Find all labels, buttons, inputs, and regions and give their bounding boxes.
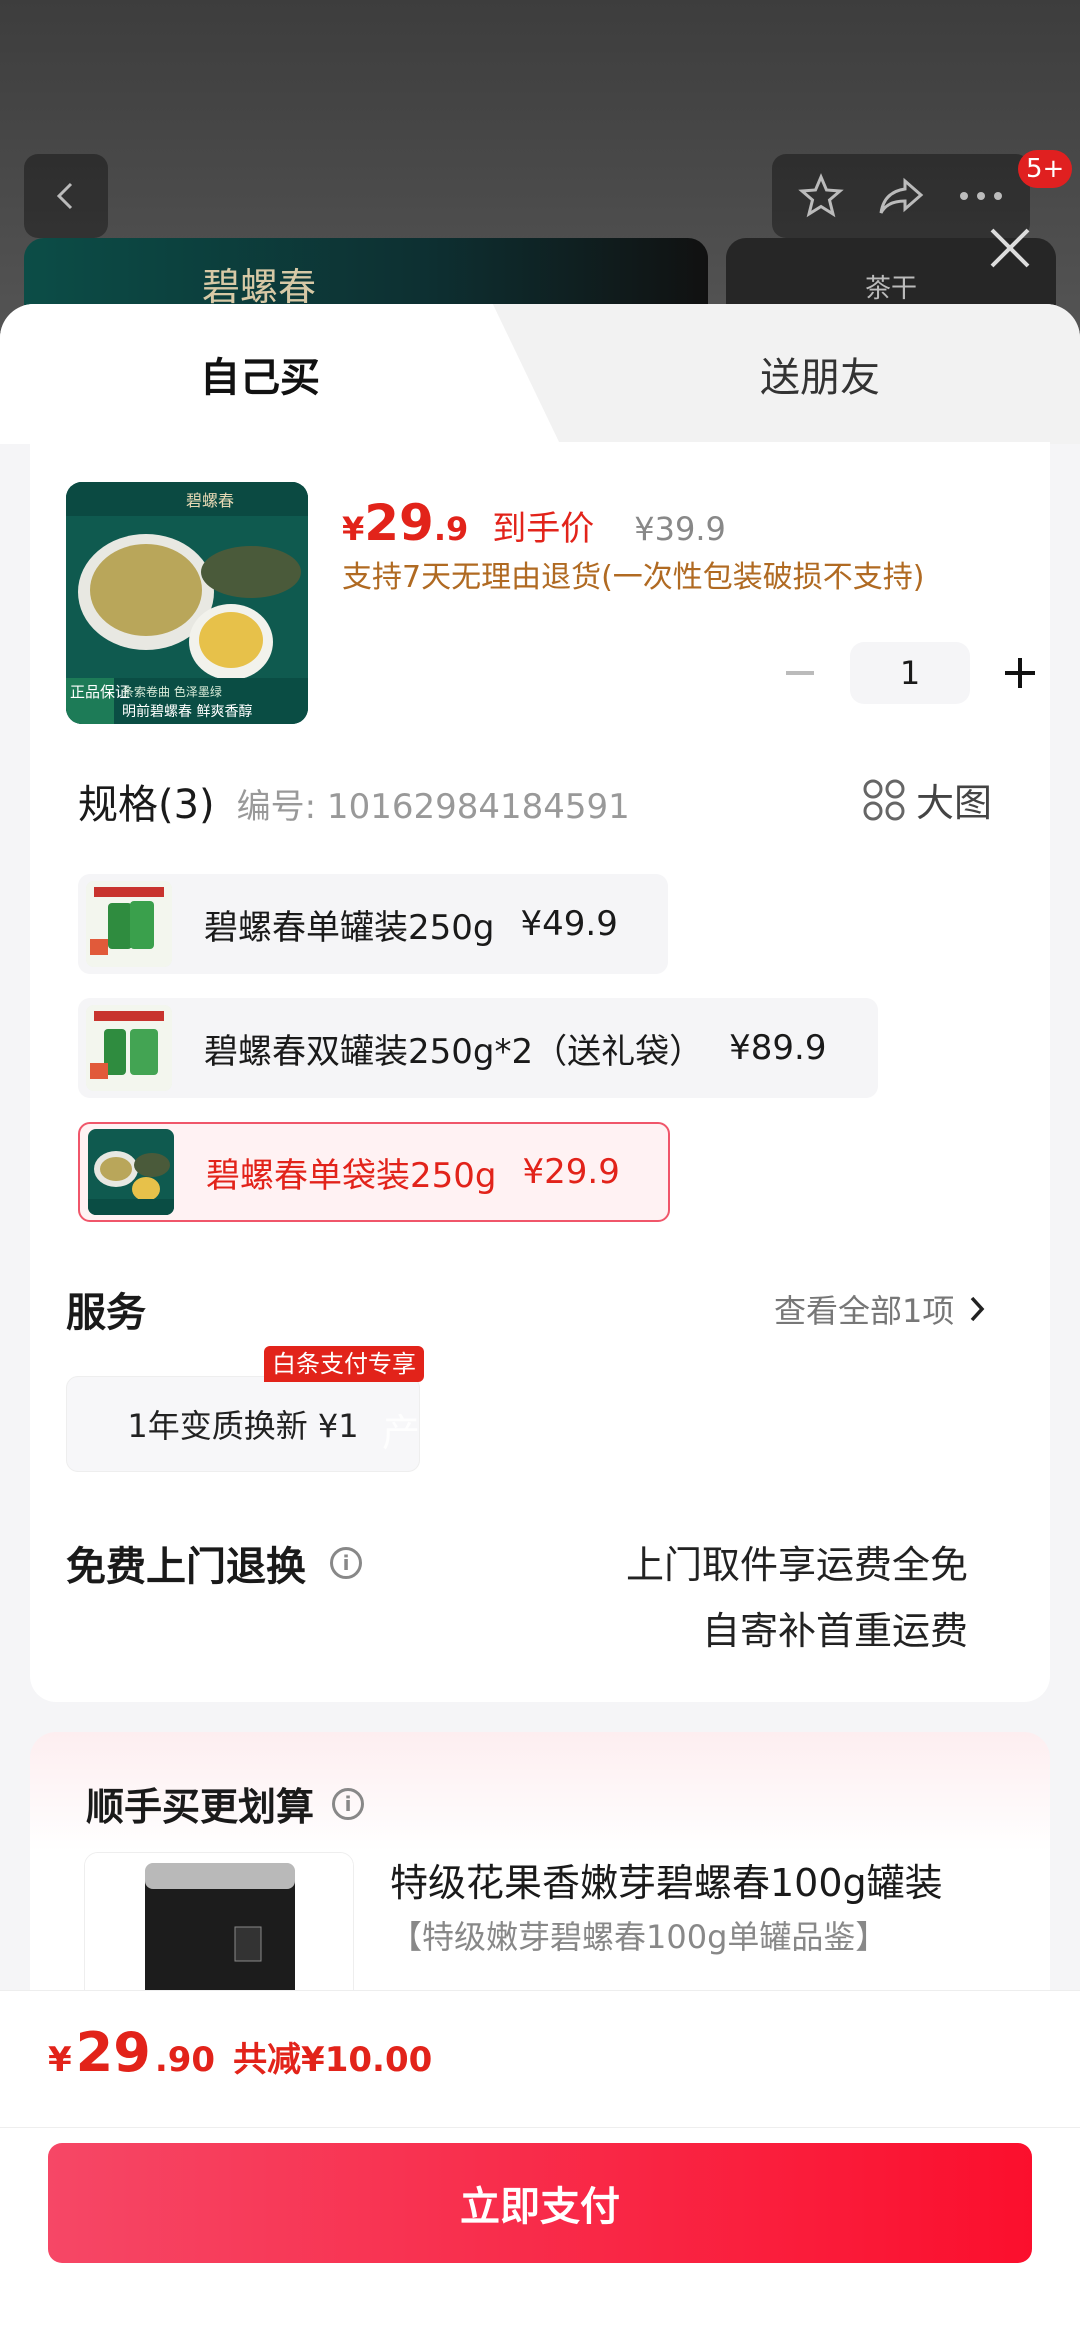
product-card: 碧螺春 正品保证 条索卷曲 色泽墨绿 明前碧螺春 鲜爽香醇 ¥29.9 到手价 …: [30, 442, 1050, 1702]
purchase-tabs: 送朋友 自己买: [0, 304, 1080, 444]
price-label: 到手价: [492, 509, 595, 549]
image-slogan-label: 明前碧螺春 鲜爽香醇: [122, 703, 252, 720]
more-icon[interactable]: [956, 186, 1006, 206]
free-return-label: 免费上门退换: [66, 1544, 306, 1590]
tab-self[interactable]: 自己买: [0, 304, 560, 444]
big-image-label: 大图: [916, 781, 993, 825]
grid-icon: [863, 779, 905, 820]
pay-now-button[interactable]: 立即支付: [48, 2143, 1032, 2263]
plus-icon: [1005, 658, 1035, 688]
option-name: 碧螺春单袋装250g: [206, 1155, 497, 1196]
checkout-footer: ¥29.90 共减¥10.00 立即支付: [0, 1990, 1080, 2344]
spec-option[interactable]: 碧螺春单罐装250g ¥49.9: [78, 874, 668, 974]
add-on-name[interactable]: 特级花果香嫩芽碧螺春100g罐装: [390, 1852, 943, 1907]
add-on-subtitle: 【特级嫩芽碧螺春100g单罐品鉴】: [390, 1918, 888, 1956]
option-price: ¥29.9: [522, 1152, 620, 1192]
return-policy-note: 支持7天无理由退货(一次性包装破损不支持): [342, 560, 925, 595]
increase-button[interactable]: [990, 643, 1050, 703]
option-price: ¥49.9: [520, 904, 618, 944]
option-name: 碧螺春双罐装250g*2（送礼袋）: [204, 1031, 704, 1072]
option-price: ¥89.9: [729, 1028, 827, 1068]
star-icon[interactable]: [796, 171, 846, 221]
chevron-right-icon: [971, 1296, 985, 1322]
decrease-button[interactable]: [770, 643, 830, 703]
option-thumbnail: [86, 1005, 172, 1091]
price-symbol: ¥: [342, 510, 365, 548]
option-thumbnail: [88, 1129, 174, 1215]
quantity-stepper: 1: [770, 642, 1050, 704]
spec-option[interactable]: 碧螺春双罐装250g*2（送礼袋） ¥89.9: [78, 998, 878, 1098]
service-view-all[interactable]: 查看全部1项: [774, 1286, 986, 1332]
chevron-left-icon: [56, 182, 73, 210]
total-price: ¥29.90 共减¥10.00: [48, 2021, 432, 2084]
free-return-title: 免费上门退换 i: [66, 1534, 362, 1592]
service-option[interactable]: 1年变质换新 ¥1: [66, 1376, 420, 1472]
price-line: ¥29.9 到手价 ¥39.9: [342, 494, 726, 552]
close-icon: [990, 228, 1030, 268]
product-image: 碧螺春 正品保证 条索卷曲 色泽墨绿 明前碧螺春 鲜爽香醇: [66, 482, 308, 724]
quantity-value[interactable]: 1: [850, 642, 970, 704]
big-image-button[interactable]: 大图: [862, 772, 992, 827]
overlay-caption: 产品性能优势: [382, 1411, 611, 1455]
add-on-title: 顺手买更划算 i: [86, 1776, 365, 1831]
price-integer: 29: [364, 494, 434, 552]
close-sheet-button[interactable]: [980, 218, 1040, 278]
image-cert-label: 正品保证: [70, 683, 130, 701]
footer-divider: [0, 2127, 1080, 2128]
total-price-symbol: ¥: [48, 2040, 72, 2080]
image-sub-label: 条索卷曲 色泽墨绿: [122, 684, 222, 699]
service-title: 服务: [66, 1290, 146, 1336]
option-name: 碧螺春单罐装250g: [204, 907, 495, 948]
back-button[interactable]: [24, 154, 108, 238]
info-icon[interactable]: i: [330, 1547, 362, 1579]
price-value: ¥29.9: [342, 494, 468, 552]
original-price: ¥39.9: [634, 510, 726, 548]
tab-gift[interactable]: 送朋友: [560, 304, 1080, 444]
free-return-line1: 上门取件享运费全免: [625, 1543, 968, 1587]
spec-header: 规格(3) 编号: 10162984184591: [78, 772, 630, 830]
info-icon[interactable]: i: [332, 1787, 365, 1820]
total-price-integer: 29: [75, 2021, 151, 2084]
minus-icon: [786, 671, 814, 675]
add-on-title-label: 顺手买更划算: [86, 1785, 315, 1829]
price-decimal: .9: [433, 510, 469, 548]
option-thumbnail: [86, 881, 172, 967]
image-brand-label: 碧螺春: [186, 491, 234, 510]
banner-brand: 碧螺春: [202, 265, 317, 309]
share-icon[interactable]: [875, 171, 927, 221]
free-return-line2: 自寄补首重运费: [701, 1609, 968, 1653]
service-view-all-label: 查看全部1项: [774, 1292, 955, 1330]
total-price-decimal: .90: [154, 2040, 216, 2080]
spec-title: 规格(3): [78, 782, 215, 828]
message-badge: 5+: [1018, 150, 1073, 188]
total-saving: 共减¥10.00: [233, 2040, 433, 2080]
service-promo-tag: 白条支付专享: [264, 1346, 424, 1382]
spec-option-selected[interactable]: 碧螺春单袋装250g ¥29.9: [78, 1122, 670, 1222]
product-code: 编号: 10162984184591: [236, 787, 630, 827]
